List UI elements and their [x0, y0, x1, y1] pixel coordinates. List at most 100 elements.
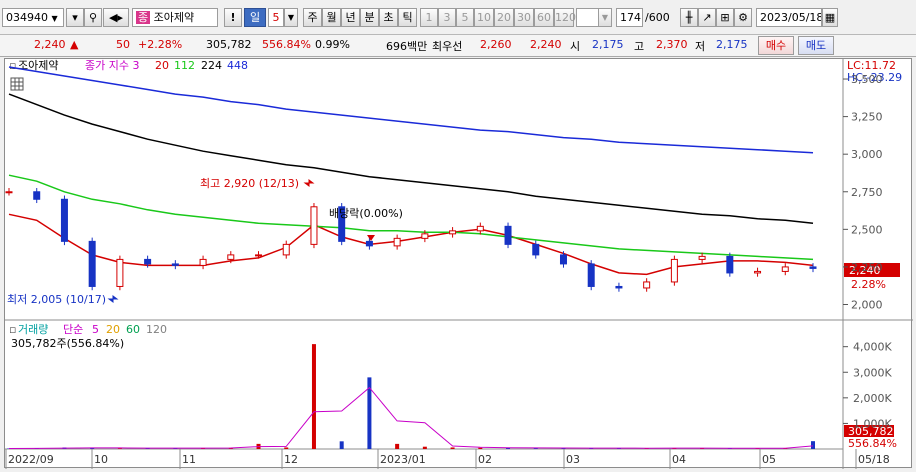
x-axis-label: 2023/01 — [380, 453, 426, 466]
period-day-button[interactable]: 일 — [244, 8, 266, 27]
num-button-20[interactable]: 20 — [494, 8, 514, 27]
calendar-icon[interactable]: ▦ — [822, 8, 838, 27]
x-axis-label: 05/18 — [858, 453, 890, 466]
volume-legend-title: 거래량 — [18, 323, 48, 336]
candle-body — [227, 254, 235, 260]
turnover-rate: 0.99% — [315, 38, 350, 51]
ma-line-224 — [8, 93, 814, 225]
y-tick-label: 2,000 — [851, 298, 883, 311]
dividend-marker-icon — [367, 235, 375, 241]
ma-line-448 — [8, 66, 814, 154]
period-year-button[interactable]: 년 — [341, 8, 360, 27]
candle-body — [144, 258, 152, 265]
grid-toggle-icon[interactable] — [10, 77, 24, 91]
volume-bar — [395, 443, 400, 449]
candle-body — [88, 240, 96, 287]
chevron-down-icon[interactable]: ▼ — [598, 8, 612, 27]
vol-ma-5: 5 — [92, 323, 99, 336]
low-annotation: 최저 2,005 (10/17) — [7, 293, 106, 306]
chart-panel[interactable]: ▫ 조아제약 종가 지수 3 20 112 224 448 LC:11.72 H… — [4, 58, 913, 469]
best-price-label: 최우선 — [432, 40, 463, 53]
volume-current: 305,782주(556.84%) — [11, 337, 124, 350]
y-tick-label: 3,000 — [851, 148, 883, 161]
num-button-3[interactable]: 3 — [438, 8, 456, 27]
volume-ratio: 556.84% — [262, 38, 311, 51]
y-tick-label: 3,250 — [851, 111, 883, 124]
current-price: 2,240 — [34, 38, 66, 51]
volume-ma-title: 단순 — [63, 323, 83, 336]
sell-button[interactable]: 매도 — [798, 36, 834, 55]
gear-icon[interactable]: ⚙ — [734, 8, 752, 27]
candle-body — [116, 258, 124, 287]
period-multiplier[interactable]: 5 — [268, 8, 284, 27]
bar-count-input[interactable]: 174 — [616, 8, 643, 27]
num-button-30[interactable]: 30 — [514, 8, 534, 27]
bar-count-total: /600 — [645, 11, 670, 24]
candle-body — [476, 225, 484, 232]
candle-icon[interactable]: ╫ — [680, 8, 698, 27]
high-label: 고 — [634, 40, 645, 53]
candle-body — [698, 255, 706, 260]
up-arrow-icon: ▲ — [70, 38, 79, 51]
candle-body — [199, 258, 207, 266]
alert-button[interactable]: ! — [224, 8, 242, 27]
stock-code-input[interactable]: 034940 ▼ — [2, 8, 64, 27]
vol-tick-label: 2,000K — [853, 392, 892, 405]
buy-button[interactable]: 매수 — [758, 36, 794, 55]
volume-bar — [284, 447, 289, 449]
candle-body — [587, 263, 595, 287]
candle-body — [504, 225, 512, 245]
num-button-60[interactable]: 60 — [534, 8, 554, 27]
vol-ma-120: 120 — [146, 323, 167, 336]
best-ask: 2,260 — [480, 38, 512, 51]
candle-body — [5, 191, 13, 194]
x-axis-label: 11 — [182, 453, 196, 466]
price-change-pct: +2.28% — [138, 38, 183, 51]
y-tick-label: 3,500 — [851, 73, 883, 86]
period-week-button[interactable]: 주 — [303, 8, 322, 27]
num-button-1[interactable]: 1 — [420, 8, 438, 27]
period-tick-button[interactable]: 틱 — [398, 8, 417, 27]
x-axis-label: 05 — [762, 453, 776, 466]
volume-bar — [450, 447, 455, 449]
period-month-button[interactable]: 월 — [322, 8, 341, 27]
chart-svg[interactable]: ▫ 조아제약 종가 지수 3 20 112 224 448 LC:11.72 H… — [5, 58, 913, 469]
vol-tick-label: 4,000K — [853, 341, 892, 354]
toolbar: 034940 ▼ ▾ ⚲ ◀▸ 종 조아제약 ! 일 5 ▼ 주 월 년 분 초… — [0, 0, 916, 35]
speaker-icon[interactable]: ◀▸ — [103, 8, 129, 27]
chevron-down-icon[interactable]: ▼ — [284, 8, 298, 27]
num-button-120[interactable]: 120 — [554, 8, 576, 27]
candle-body — [33, 191, 41, 200]
period-minute-button[interactable]: 분 — [360, 8, 379, 27]
y-tick-label: 2,750 — [851, 186, 883, 199]
current-pct-tag: 2.28% — [851, 278, 886, 291]
ma-line-112 — [8, 174, 814, 261]
date-input[interactable]: 2023/05/18 — [756, 8, 822, 27]
candle-body — [615, 285, 623, 289]
volume-bar — [311, 344, 316, 449]
candle-body — [726, 255, 734, 274]
dividend-annotation: 배당락(0.00%) — [329, 207, 403, 220]
x-axis-label: 02 — [478, 453, 492, 466]
candle-body — [449, 230, 457, 235]
period-second-button[interactable]: 초 — [379, 8, 398, 27]
stock-list-button[interactable]: ▾ — [66, 8, 84, 27]
search-icon[interactable]: ⚲ — [84, 8, 102, 27]
legend-ma-224: 224 — [201, 59, 222, 72]
trading-amount: 696백만 — [386, 40, 428, 53]
grid-icon[interactable]: ⊞ — [716, 8, 734, 27]
legend-ma-448: 448 — [227, 59, 248, 72]
low-price: 2,175 — [716, 38, 748, 51]
candle-body — [171, 263, 179, 266]
volume-bar — [478, 447, 483, 449]
num-button-5[interactable]: 5 — [456, 8, 474, 27]
candle-body — [421, 233, 429, 239]
candle-body — [60, 198, 68, 242]
num-button-10[interactable]: 10 — [474, 8, 494, 27]
quote-bar: 2,240 ▲ 50 +2.28% 305,782 556.84% 0.99% … — [0, 35, 916, 57]
vol-ma-60: 60 — [126, 323, 140, 336]
y-tick-label: 2,250 — [851, 261, 883, 274]
candle-body — [365, 240, 373, 247]
tool-icon[interactable]: ↗ — [698, 8, 716, 27]
candle-body — [255, 254, 263, 257]
